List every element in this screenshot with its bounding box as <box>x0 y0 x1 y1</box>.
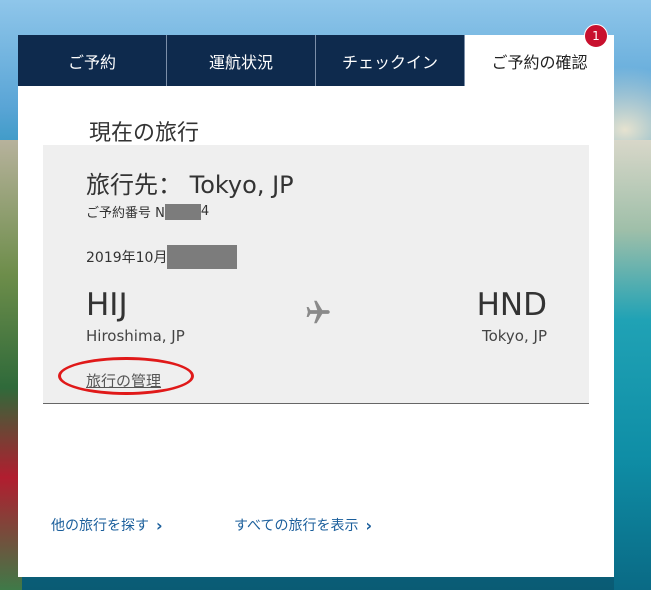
airplane-icon <box>306 300 330 324</box>
confirmation-number: ご予約番号 N 4 <box>86 202 209 221</box>
tab-my-trips[interactable]: ご予約の確認 1 <box>465 24 614 86</box>
tab-booking-label: ご予約 <box>67 52 116 72</box>
manage-trip-link[interactable]: 旅行の管理 <box>86 370 161 391</box>
tab-flight-status-label: 運航状況 <box>208 52 273 72</box>
confirmation-prefix: ご予約番号 N <box>86 206 165 221</box>
booking-panel: ご予約 運航状況 チェックイン ご予約の確認 1 現在の旅行 旅行先： Toky… <box>18 24 614 577</box>
show-all-trips-label: すべての旅行を表示 <box>234 518 359 534</box>
tab-booking[interactable]: ご予約 <box>18 35 167 86</box>
destination-city: Tokyo, JP <box>481 327 547 345</box>
find-other-trip-link[interactable]: 他の旅行を探す › <box>51 515 163 535</box>
current-trips-title: 現在の旅行 <box>89 121 200 146</box>
chevron-right-icon: › <box>365 515 373 535</box>
notification-badge: 1 <box>584 24 608 48</box>
tab-bar: ご予約 運航状況 チェックイン ご予約の確認 1 <box>18 24 614 86</box>
confirmation-suffix: 4 <box>200 204 210 219</box>
chevron-right-icon: › <box>156 515 163 535</box>
tab-check-in[interactable]: チェックイン <box>316 35 465 86</box>
tab-my-trips-label: ご予約の確認 <box>491 52 588 72</box>
destination-airport-code: HND <box>476 287 547 323</box>
trip-date-prefix: 2019年10月 <box>86 250 168 266</box>
tab-check-in-label: チェックイン <box>341 52 438 72</box>
trip-destination: 旅行先： Tokyo, JP <box>86 171 294 199</box>
find-other-trip-label: 他の旅行を探す <box>51 518 149 534</box>
tab-flight-status[interactable]: 運航状況 <box>167 35 316 86</box>
trip-card: 旅行先： Tokyo, JP ご予約番号 N 4 2019年10月 HIJ Hi… <box>43 145 589 404</box>
redaction-block <box>164 203 201 220</box>
trip-date: 2019年10月 <box>86 245 238 269</box>
redaction-block <box>167 245 238 269</box>
background-right-edge <box>614 140 651 590</box>
origin-airport-code: HIJ <box>86 287 128 323</box>
show-all-trips-link[interactable]: すべての旅行を表示 › <box>234 515 372 535</box>
origin-city: Hiroshima, JP <box>86 327 185 345</box>
